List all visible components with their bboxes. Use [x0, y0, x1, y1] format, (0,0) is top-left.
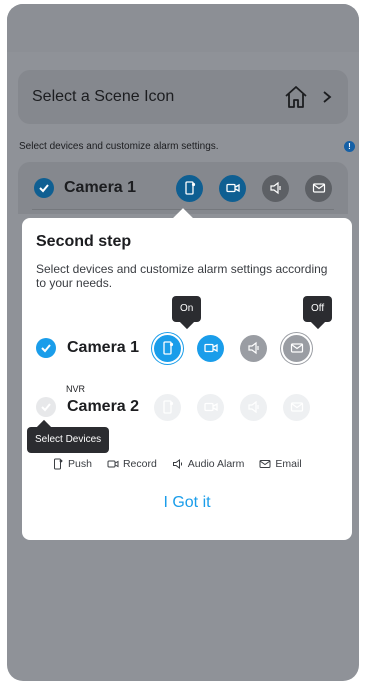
dialog-description: Select devices and customize alarm setti… [36, 262, 328, 290]
legend-audio-alarm-label: Audio Alarm [187, 458, 245, 470]
device-row-camera-2[interactable]: Camera 2 [36, 390, 336, 424]
push-icon[interactable] [154, 334, 181, 362]
background-device-row: Camera 1 [18, 162, 348, 214]
legend-record: Record [107, 458, 157, 470]
icon-legend: Push Record Audio Alarm Email [52, 458, 332, 470]
legend-email-label: Email [275, 458, 302, 470]
alarm-icon[interactable] [240, 393, 267, 421]
check-icon [34, 178, 54, 198]
legend-record-label: Record [122, 458, 157, 470]
push-icon[interactable] [154, 393, 181, 421]
onboarding-dialog: Second step Select devices and customize… [22, 208, 352, 540]
hint-row: Select devices and customize alarm setti… [19, 137, 359, 155]
device-checkbox[interactable] [36, 397, 56, 417]
email-icon [305, 174, 332, 202]
tooltip-on-text: On [180, 303, 194, 314]
tooltip-off-text: Off [311, 303, 325, 314]
device-checkbox[interactable] [36, 338, 56, 358]
alarm-icon[interactable] [240, 334, 267, 362]
record-icon[interactable] [197, 334, 224, 362]
alarm-icon [172, 459, 182, 469]
legend-push-label: Push [68, 458, 92, 470]
legend-email: Email [259, 458, 302, 470]
record-icon[interactable] [197, 393, 224, 421]
device-name: Camera 1 [67, 339, 140, 356]
tooltip-off: Off [303, 296, 333, 330]
push-icon [176, 174, 203, 202]
record-icon [107, 460, 119, 468]
tooltip-on: On [172, 296, 202, 330]
record-icon [219, 174, 246, 202]
alarm-icon [262, 174, 289, 202]
legend-push: Push [52, 458, 92, 470]
dialog-title: Second step [36, 233, 132, 250]
tooltip-select-devices: Select Devices [27, 419, 110, 453]
background-device-name: Camera 1 [64, 179, 137, 196]
legend-audio-alarm: Audio Alarm [172, 458, 245, 470]
push-icon [54, 458, 63, 470]
got-it-button[interactable]: I Got it [22, 494, 352, 512]
device-row-camera-1[interactable]: Camera 1 [36, 331, 336, 365]
email-icon [259, 460, 271, 468]
email-icon[interactable] [283, 334, 310, 362]
home-icon [285, 86, 307, 108]
select-scene-icon-row[interactable]: Select a Scene Icon [18, 70, 348, 124]
email-icon[interactable] [283, 393, 310, 421]
scene-label: Select a Scene Icon [32, 88, 175, 105]
chevron-right-icon [323, 91, 332, 103]
tooltip-select-devices-text: Select Devices [35, 434, 102, 445]
hint-text: Select devices and customize alarm setti… [19, 140, 219, 152]
info-icon[interactable]: ! [344, 140, 355, 152]
status-bar [7, 4, 359, 52]
device-name: Camera 2 [67, 398, 140, 415]
